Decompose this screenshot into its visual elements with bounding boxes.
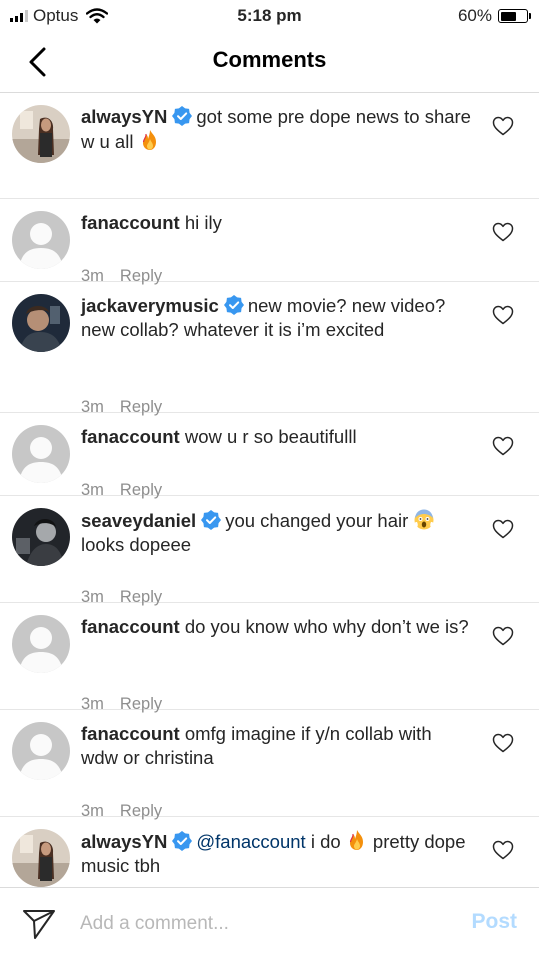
post-button[interactable]: Post (471, 910, 517, 934)
like-heart-icon[interactable] (492, 222, 514, 242)
comment-username[interactable]: jackaverymusic (81, 295, 219, 316)
battery-fill (500, 11, 516, 21)
page-title: Comments (212, 47, 327, 72)
mention-link[interactable]: @fanaccount (196, 831, 305, 852)
comment-composer: Post (0, 887, 539, 961)
fire-emoji-icon (142, 130, 156, 150)
screaming-face-emoji-icon (414, 509, 434, 530)
comment-body-text: looks dopeee (81, 534, 192, 555)
avatar[interactable] (12, 829, 70, 887)
comments-header: Comments (0, 32, 539, 93)
verified-badge-icon (172, 106, 193, 126)
comment-body-text: hi ily (184, 212, 222, 233)
like-heart-icon[interactable] (492, 436, 514, 456)
comment-row[interactable]: seaveydaniel you changed your hair looks … (0, 496, 539, 606)
comment-row[interactable]: fanaccount hi ily 3m Reply (0, 199, 539, 285)
comment-text: fanaccount do you know who why don’t we … (81, 615, 471, 639)
comment-username[interactable]: fanaccount (81, 616, 180, 637)
avatar[interactable] (12, 105, 70, 163)
comment-text: fanaccount omfg imagine if y/n collab wi… (81, 722, 471, 770)
like-heart-icon[interactable] (492, 733, 514, 753)
like-heart-icon[interactable] (492, 519, 514, 539)
comment-row[interactable]: jackaverymusic new movie? new video? new … (0, 282, 539, 416)
comment-row[interactable]: alwaysYN @fanaccount i do pretty dope mus… (0, 817, 539, 887)
comment-text: alwaysYN @fanaccount i do pretty dope mus… (81, 829, 471, 878)
avatar[interactable] (12, 508, 70, 566)
send-icon[interactable] (22, 908, 56, 940)
comment-body-text: wow u r so beautifulll (184, 426, 357, 447)
comment-username[interactable]: alwaysYN (81, 106, 167, 127)
comment-body-text: you changed your hair (225, 510, 414, 531)
avatar[interactable] (12, 722, 70, 780)
battery-icon (498, 9, 528, 23)
fire-emoji-icon (349, 830, 363, 850)
comment-text: fanaccount hi ily (81, 211, 471, 235)
comment-username[interactable]: fanaccount (81, 723, 180, 744)
comment-text: fanaccount wow u r so beautifulll (81, 425, 471, 449)
avatar[interactable] (12, 294, 70, 352)
comment-username[interactable]: fanaccount (81, 212, 180, 233)
comment-username[interactable]: fanaccount (81, 426, 180, 447)
like-heart-icon[interactable] (492, 840, 514, 860)
like-heart-icon[interactable] (492, 305, 514, 325)
comment-input[interactable] (80, 908, 420, 940)
comment-body-text: do you know who why don’t we is? (184, 616, 469, 637)
avatar[interactable] (12, 425, 70, 483)
comment-text: alwaysYN got some pre dope news to share … (81, 105, 471, 154)
comment-row[interactable]: fanaccount wow u r so beautifulll 3m Reply (0, 413, 539, 499)
verified-badge-icon (201, 510, 222, 530)
comment-body-text: i do (305, 831, 346, 852)
verified-badge-icon (172, 831, 193, 851)
comment-username[interactable]: seaveydaniel (81, 510, 196, 531)
like-heart-icon[interactable] (492, 626, 514, 646)
comment-text: jackaverymusic new movie? new video? new … (81, 294, 471, 342)
comment-row[interactable]: alwaysYN got some pre dope news to share … (0, 93, 539, 199)
comment-username[interactable]: alwaysYN (81, 831, 167, 852)
verified-badge-icon (223, 295, 244, 315)
comment-text: seaveydaniel you changed your hair looks … (81, 508, 471, 557)
comment-row[interactable]: fanaccount omfg imagine if y/n collab wi… (0, 710, 539, 820)
status-bar: Optus 5:18 pm 60% (0, 0, 539, 32)
avatar[interactable] (12, 211, 70, 269)
comment-row[interactable]: fanaccount do you know who why don’t we … (0, 603, 539, 713)
battery-percent: 60% (457, 6, 492, 25)
avatar[interactable] (12, 615, 70, 673)
like-heart-icon[interactable] (492, 116, 514, 136)
